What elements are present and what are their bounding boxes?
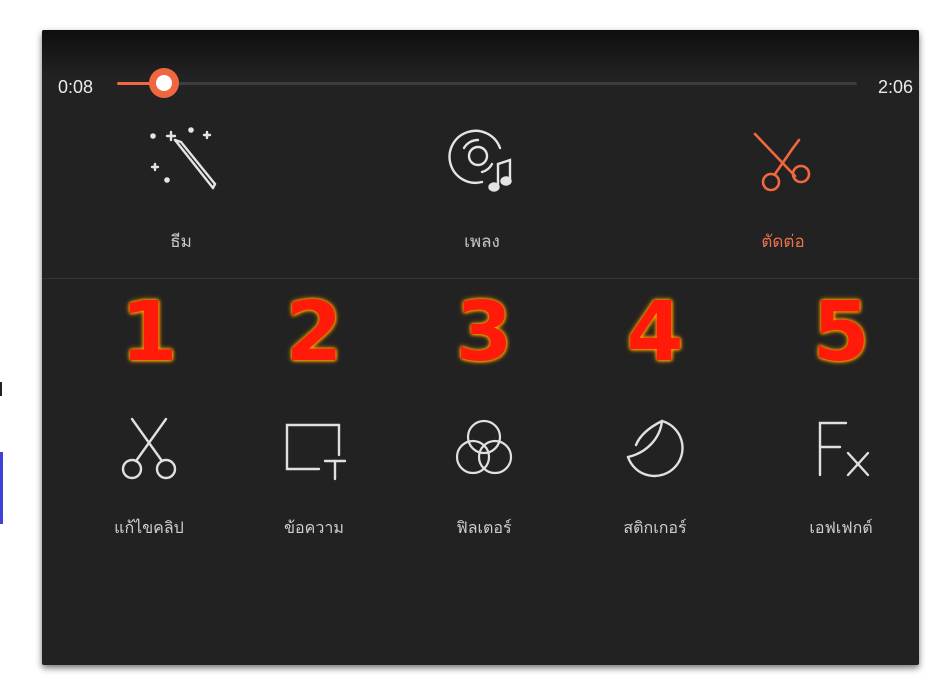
- scissors-icon: [114, 413, 184, 483]
- tool-text[interactable]: 2 ข้อความ: [244, 288, 384, 568]
- section-divider: [42, 278, 919, 279]
- fx-icon: [806, 413, 876, 483]
- annotation-number-3: 3: [455, 285, 513, 380]
- tool-filter-label: ฟิลเตอร์: [456, 518, 512, 537]
- tool-sticker-label: สติกเกอร์: [623, 518, 687, 537]
- tab-edit[interactable]: ตัดต่อ: [713, 118, 853, 252]
- music-disc-icon: [442, 118, 522, 198]
- current-time: 0:08: [58, 77, 94, 97]
- tool-effects-label: เอฟเฟกต์: [809, 518, 873, 537]
- tab-theme[interactable]: ธีม: [111, 118, 251, 252]
- tool-filter[interactable]: 3 ฟิลเตอร์: [414, 288, 554, 568]
- page-edge-link-bar: [0, 452, 3, 524]
- annotation-number-1: 1: [120, 285, 178, 380]
- tab-theme-label: ธีม: [170, 232, 192, 252]
- tab-music-label: เพลง: [464, 232, 500, 252]
- progress-track[interactable]: [117, 68, 857, 98]
- panel-top-fade: [42, 30, 919, 76]
- annotation-number-2: 2: [285, 285, 343, 380]
- tool-edit-clip[interactable]: 1 แก้ไขคลิป: [79, 288, 219, 568]
- editor-panel: 0:08 2:06 ธีม เพลง ตัดต่อ 1 แก้ไขคลิป 2 …: [42, 30, 919, 665]
- sticker-icon: [620, 413, 690, 483]
- text-box-icon: [279, 413, 349, 483]
- tool-text-label: ข้อความ: [284, 518, 344, 537]
- tab-edit-label: ตัดต่อ: [761, 232, 805, 252]
- tab-music[interactable]: เพลง: [412, 118, 552, 252]
- tool-edit-clip-label: แก้ไขคลิป: [114, 518, 184, 537]
- page-edge-mark: [0, 382, 2, 396]
- total-time: 2:06: [877, 77, 913, 97]
- tool-sticker[interactable]: 4 สติกเกอร์: [585, 288, 725, 568]
- filter-circles-icon: [449, 413, 519, 483]
- annotation-number-5: 5: [812, 285, 870, 380]
- tool-effects[interactable]: 5 เอฟเฟกต์: [771, 288, 911, 568]
- annotation-number-4: 4: [626, 285, 684, 380]
- magic-wand-icon: [141, 118, 221, 198]
- scissors-icon: [743, 118, 823, 198]
- progress-thumb[interactable]: [148, 68, 179, 98]
